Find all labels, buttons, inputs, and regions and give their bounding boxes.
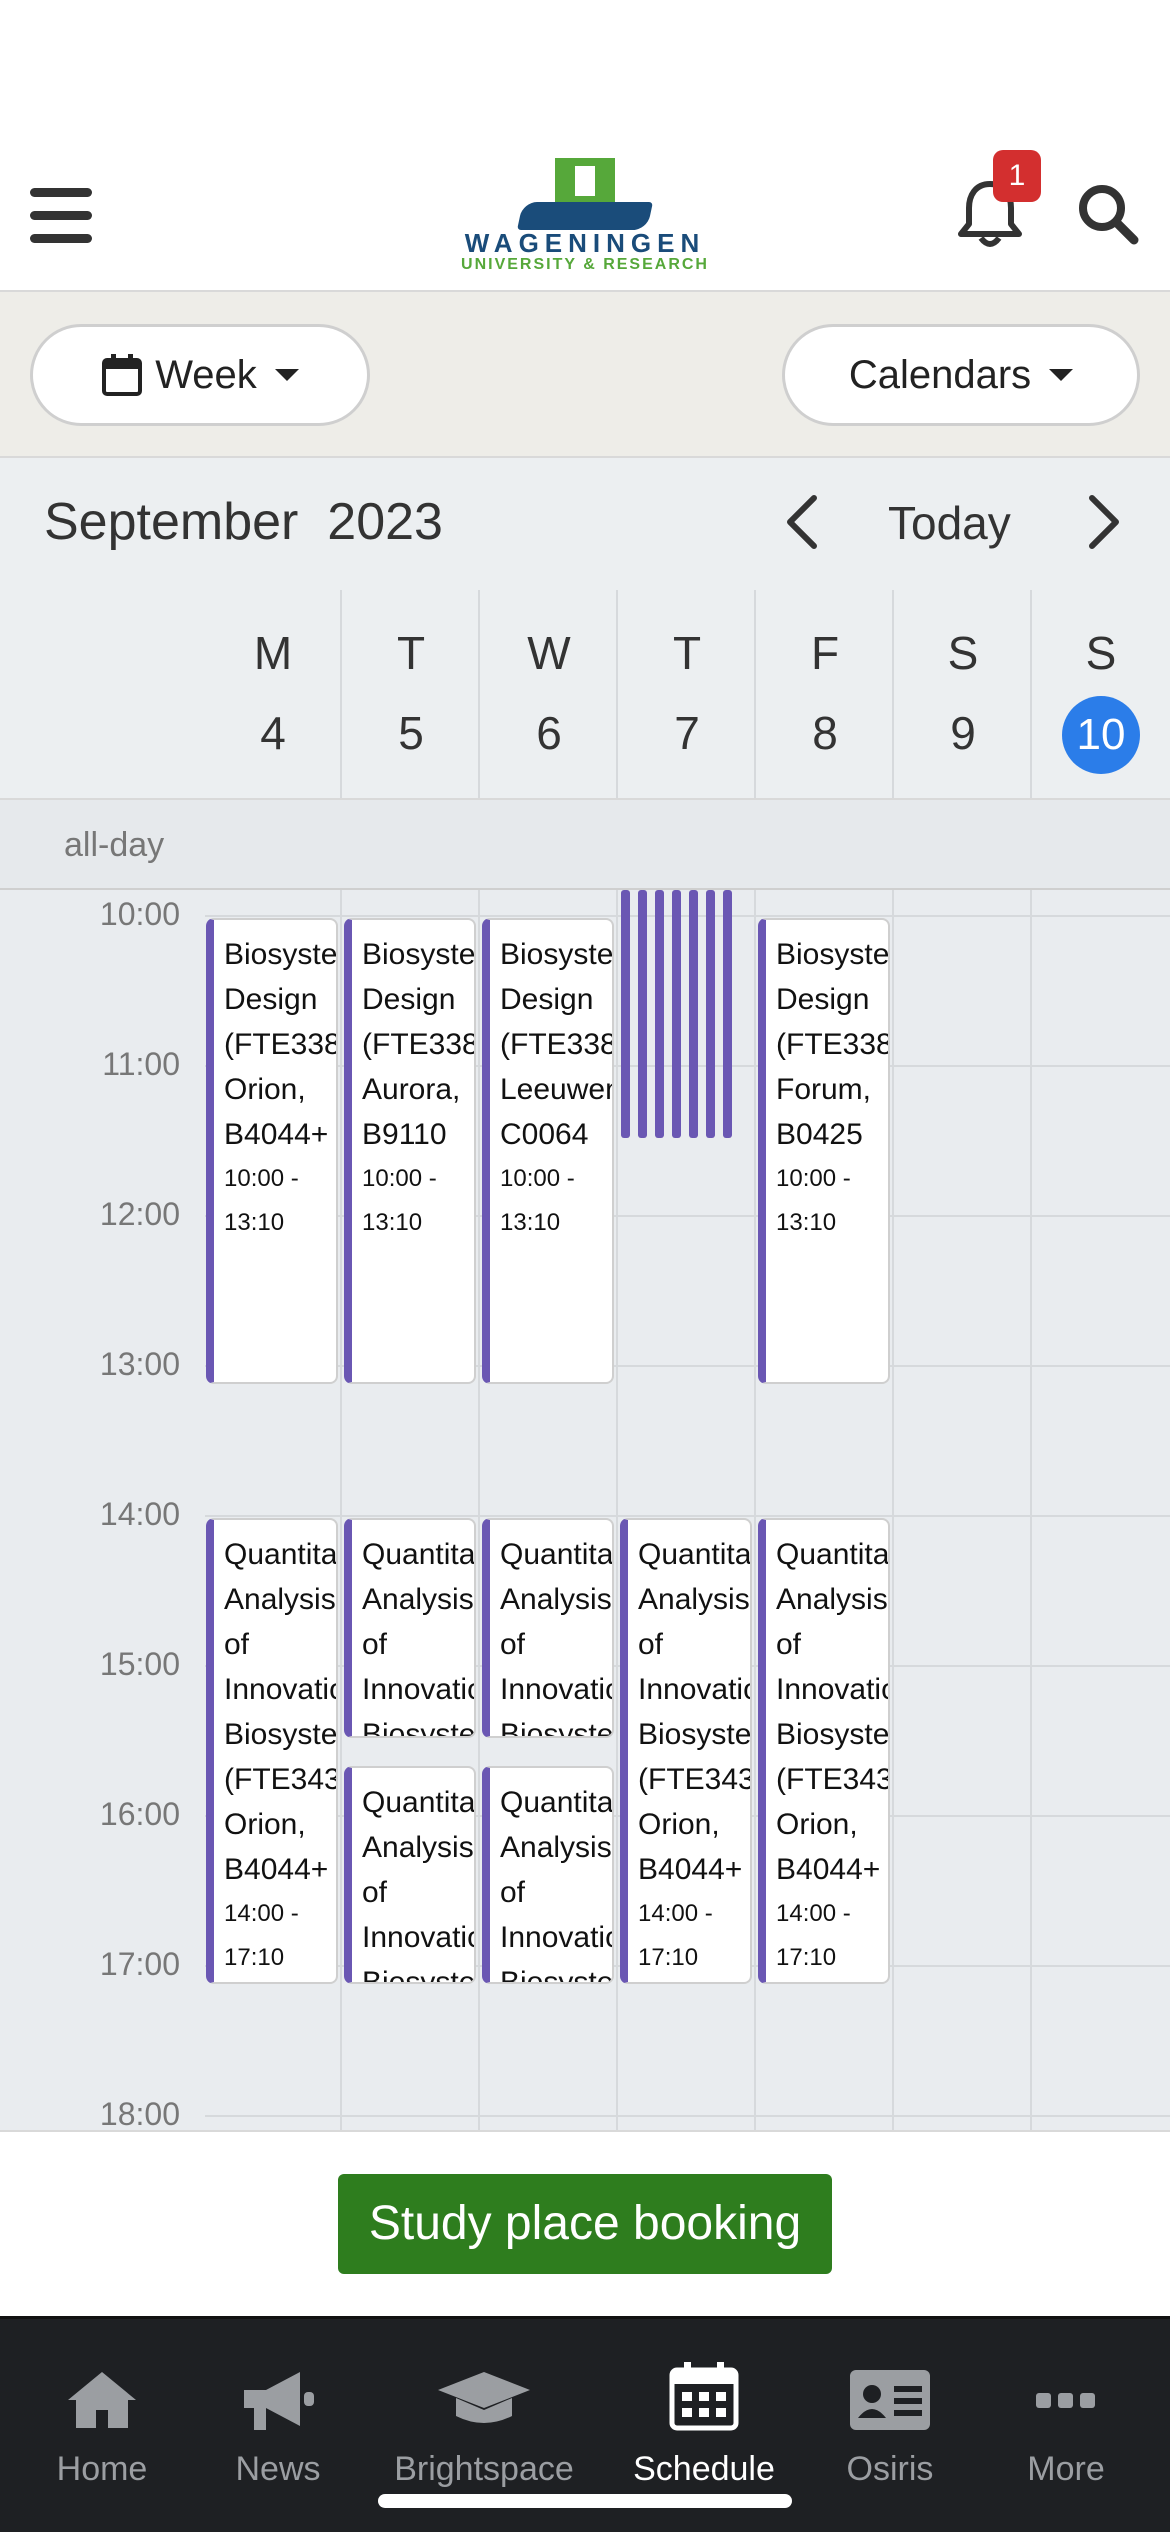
day-number: 7 bbox=[674, 707, 700, 759]
day-number: 8 bbox=[812, 707, 838, 759]
time-label: 13:00 bbox=[99, 1346, 180, 1382]
event-overlap-sliver[interactable] bbox=[638, 890, 647, 1138]
day-letter: T bbox=[396, 627, 426, 679]
all-day-label: all-day bbox=[64, 826, 165, 864]
id-card-icon bbox=[850, 2370, 930, 2430]
hamburger-menu-icon[interactable] bbox=[30, 188, 92, 244]
all-day-row[interactable] bbox=[0, 798, 1170, 890]
time-label: 12:00 bbox=[99, 1196, 180, 1232]
view-selector-label: Week bbox=[155, 352, 257, 397]
tab-label: More bbox=[1027, 2450, 1105, 2488]
more-dots-icon bbox=[1036, 2393, 1095, 2408]
logo-subtext: UNIVERSITY & RESEARCH bbox=[461, 256, 709, 273]
today-button[interactable]: Today bbox=[888, 496, 1011, 550]
tab-label: Home bbox=[56, 2450, 148, 2488]
time-label: 17:00 bbox=[99, 1946, 180, 1982]
home-indicator[interactable] bbox=[378, 2494, 792, 2508]
tab-more[interactable]: More bbox=[976, 2350, 1156, 2490]
event-overlap-sliver[interactable] bbox=[672, 890, 681, 1138]
event-quantitative-analysis-thu[interactable]: Quantitative Analysis of Innovation Bios… bbox=[620, 1518, 752, 1984]
home-icon bbox=[68, 2372, 136, 2428]
event-overlap-sliver[interactable] bbox=[689, 890, 698, 1138]
tab-schedule[interactable]: Schedule bbox=[614, 2350, 794, 2490]
today-day-number: 10 bbox=[1062, 696, 1140, 774]
tab-label: News bbox=[235, 2450, 321, 2488]
event-biosystems-design-mon[interactable]: Biosystems Design (FTE33806) Orion, B404… bbox=[206, 918, 338, 1384]
chevron-down-icon bbox=[274, 369, 299, 381]
month-year-title: September 2023 bbox=[44, 492, 443, 552]
event-overlap-sliver[interactable] bbox=[723, 890, 732, 1138]
megaphone-icon bbox=[244, 2372, 314, 2430]
event-biosystems-design-wed[interactable]: Biosystems Design (FTE33806) Leeuwenborc… bbox=[482, 918, 614, 1384]
day-column-header[interactable]: T 7 bbox=[618, 590, 756, 798]
event-quantitative-analysis-tue-1[interactable]: Quantitative Analysis of Innovation Bios… bbox=[344, 1518, 476, 1738]
tab-brightspace[interactable]: Brightspace bbox=[394, 2350, 574, 2490]
day-number: 6 bbox=[536, 707, 562, 759]
notification-badge: 1 bbox=[993, 150, 1041, 202]
month-label: September bbox=[44, 493, 299, 551]
time-label: 11:00 bbox=[102, 1046, 180, 1082]
event-quantitative-analysis-tue-2[interactable]: Quantitative Analysis of Innovation Bios… bbox=[344, 1766, 476, 1984]
day-letter: S bbox=[947, 627, 979, 679]
day-letter: T bbox=[672, 627, 702, 679]
time-label: 10:00 bbox=[99, 896, 180, 932]
calendar-icon bbox=[102, 354, 143, 396]
calendar-icon bbox=[669, 2362, 739, 2431]
day-number: 5 bbox=[398, 707, 424, 759]
day-letter: M bbox=[253, 627, 293, 679]
chevron-down-icon bbox=[1049, 369, 1074, 381]
tab-osiris[interactable]: Osiris bbox=[800, 2350, 980, 2490]
study-place-booking-button[interactable]: Study place booking bbox=[338, 2174, 832, 2274]
event-overlap-sliver[interactable] bbox=[706, 890, 715, 1138]
day-letter: S bbox=[1085, 627, 1117, 679]
search-icon[interactable] bbox=[1076, 182, 1140, 246]
tab-label: Schedule bbox=[633, 2450, 775, 2488]
chevron-right-icon[interactable] bbox=[1082, 492, 1126, 552]
day-column-header[interactable]: F 8 bbox=[756, 590, 894, 798]
day-letter: F bbox=[810, 627, 840, 679]
day-column-header[interactable]: W 6 bbox=[480, 590, 618, 798]
tab-home[interactable]: Home bbox=[12, 2350, 192, 2490]
event-biosystems-design-fri[interactable]: Biosystems Design (FTE33806) Forum, B042… bbox=[758, 918, 890, 1384]
day-column-header[interactable]: M 4 bbox=[204, 590, 342, 798]
graduation-cap-icon bbox=[438, 2372, 530, 2423]
event-overlap-sliver[interactable] bbox=[621, 890, 630, 1138]
event-quantitative-analysis-fri[interactable]: Quantitative Analysis of Innovation Bios… bbox=[758, 1518, 890, 1984]
time-label: 15:00 bbox=[99, 1646, 180, 1682]
day-letter: W bbox=[527, 627, 571, 679]
event-quantitative-analysis-wed-1[interactable]: Quantitative Analysis of Innovation Bios… bbox=[482, 1518, 614, 1738]
day-column-header[interactable]: S 9 bbox=[894, 590, 1032, 798]
tab-news[interactable]: News bbox=[188, 2350, 368, 2490]
year-label: 2023 bbox=[327, 493, 443, 551]
time-label: 18:00 bbox=[99, 2096, 180, 2130]
view-selector-button[interactable]: Week bbox=[30, 324, 370, 426]
event-quantitative-analysis-mon[interactable]: Quantitative Analysis of Innovation Bios… bbox=[206, 1518, 338, 1984]
day-column-header[interactable]: T 5 bbox=[342, 590, 480, 798]
time-label: 14:00 bbox=[99, 1496, 180, 1532]
day-number: 4 bbox=[260, 707, 286, 759]
day-number: 9 bbox=[950, 707, 976, 759]
time-grid[interactable]: 10:00 11:00 12:00 13:00 14:00 15:00 16:0… bbox=[0, 890, 1170, 2130]
chevron-left-icon[interactable] bbox=[780, 492, 824, 552]
tab-label: Brightspace bbox=[394, 2450, 574, 2488]
calendars-label: Calendars bbox=[848, 352, 1032, 397]
time-label: 16:00 bbox=[99, 1796, 180, 1832]
event-overlap-sliver[interactable] bbox=[655, 890, 664, 1138]
day-column-header-today[interactable]: S 10 bbox=[1032, 590, 1170, 798]
event-biosystems-design-tue[interactable]: Biosystems Design (FTE33806) Aurora, B91… bbox=[344, 918, 476, 1384]
tab-label: Osiris bbox=[846, 2450, 934, 2488]
event-quantitative-analysis-wed-2[interactable]: Quantitative Analysis of Innovation Bios… bbox=[482, 1766, 614, 1984]
logo-text: WAGENINGEN bbox=[464, 228, 706, 258]
calendars-dropdown-button[interactable]: Calendars bbox=[782, 324, 1140, 426]
